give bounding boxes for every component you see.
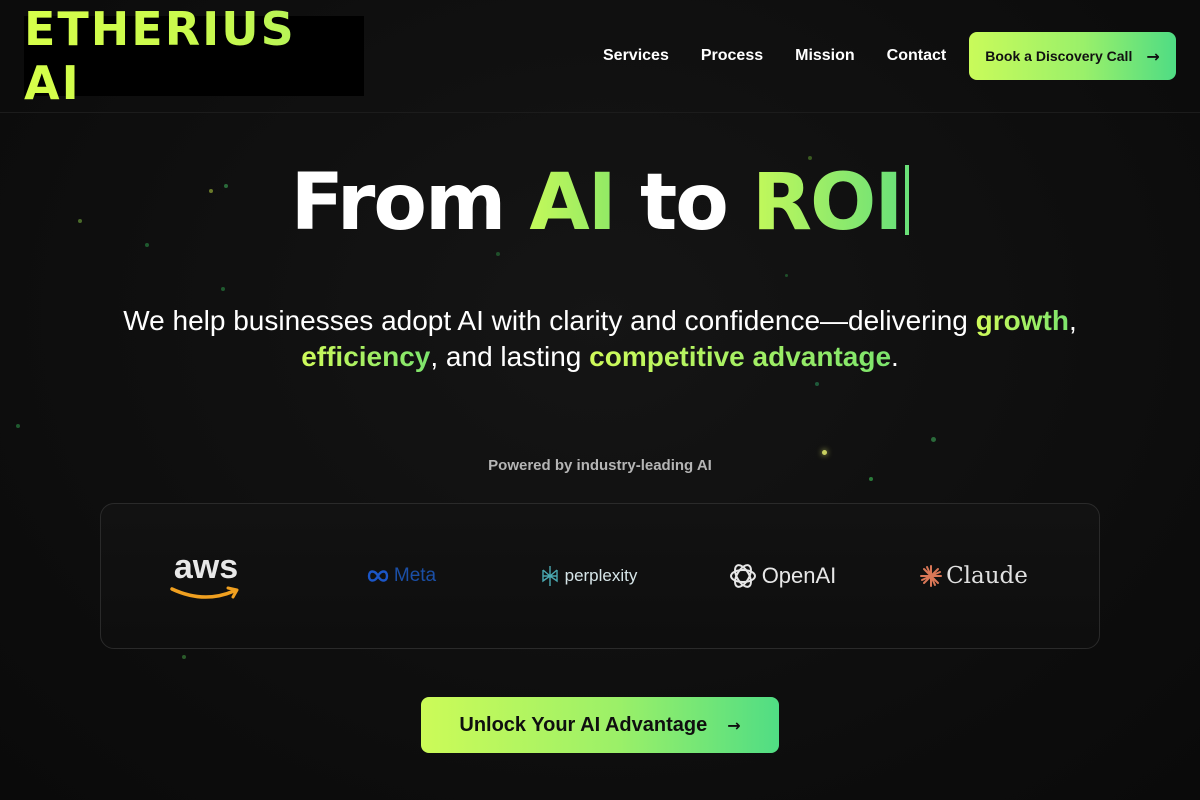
nav-services[interactable]: Services bbox=[603, 44, 669, 68]
hero-title-part1: From bbox=[290, 158, 530, 248]
powered-by-heading: Powered by industry-leading AI bbox=[488, 457, 712, 474]
brand-logo[interactable]: ETHERIUS AI bbox=[24, 2, 364, 110]
subtitle-advantage: competitive advantage bbox=[589, 341, 892, 372]
page: ETHERIUS AI Services Process Mission Con… bbox=[0, 0, 1200, 800]
aws-smile-icon bbox=[170, 586, 239, 599]
typing-cursor bbox=[905, 165, 910, 235]
site-header: ETHERIUS AI Services Process Mission Con… bbox=[0, 0, 1200, 113]
arrow-right-icon: → bbox=[727, 715, 741, 735]
perplexity-logo-text: perplexity bbox=[564, 566, 638, 585]
claude-logo-text: Claude bbox=[946, 563, 1028, 589]
nav-mission[interactable]: Mission bbox=[795, 44, 855, 68]
main-nav: Services Process Mission Contact bbox=[603, 44, 978, 68]
unlock-ai-advantage-button[interactable]: Unlock Your AI Advantage → bbox=[421, 697, 779, 753]
nav-process[interactable]: Process bbox=[701, 44, 763, 68]
subtitle-text-1: We help businesses adopt AI with clarity… bbox=[123, 305, 976, 336]
openai-logo: OpenAI bbox=[726, 504, 838, 648]
particle bbox=[496, 252, 500, 256]
book-discovery-call-button[interactable]: Book a Discovery Call → bbox=[969, 32, 1176, 80]
meta-logo: Meta bbox=[356, 504, 446, 648]
particle bbox=[869, 477, 873, 481]
aws-logo-text: aws bbox=[173, 548, 239, 586]
openai-knot-icon bbox=[729, 564, 756, 588]
particle bbox=[785, 274, 788, 277]
openai-logo-text: OpenAI bbox=[761, 563, 837, 588]
aws-logo: aws bbox=[161, 504, 251, 648]
hero-title: From AI to ROI bbox=[0, 158, 1200, 248]
book-discovery-call-label: Book a Discovery Call bbox=[985, 48, 1133, 64]
logo-text: ETHERIUS AI bbox=[24, 2, 364, 110]
unlock-ai-advantage-label: Unlock Your AI Advantage bbox=[459, 713, 708, 736]
particle bbox=[931, 437, 936, 442]
particle bbox=[16, 424, 20, 428]
nav-contact[interactable]: Contact bbox=[887, 44, 947, 68]
meta-infinity-icon bbox=[367, 570, 389, 582]
subtitle-text-3: , and lasting bbox=[430, 341, 590, 372]
subtitle-growth: growth bbox=[975, 305, 1069, 336]
hero-subtitle: We help businesses adopt AI with clarity… bbox=[60, 303, 1140, 375]
particle bbox=[221, 287, 225, 291]
perplexity-icon bbox=[541, 566, 558, 586]
perplexity-logo: perplexity bbox=[539, 504, 639, 648]
subtitle-text-4: . bbox=[891, 341, 899, 372]
arrow-right-icon: → bbox=[1146, 46, 1160, 66]
particle bbox=[815, 382, 819, 386]
subtitle-efficiency: efficiency bbox=[301, 341, 431, 372]
particle bbox=[182, 655, 186, 659]
meta-logo-text: Meta bbox=[393, 565, 437, 586]
subtitle-text-2: , bbox=[1068, 305, 1077, 336]
partner-logos-panel: aws Meta perplexity OpenAI Claude bbox=[100, 503, 1100, 649]
claude-starburst-icon bbox=[920, 565, 943, 587]
particle bbox=[822, 450, 827, 455]
hero-title-roi: ROI bbox=[751, 158, 903, 248]
claude-logo: Claude bbox=[919, 504, 1029, 648]
hero-title-part2: to bbox=[614, 158, 752, 248]
hero-title-ai: AI bbox=[529, 158, 616, 248]
